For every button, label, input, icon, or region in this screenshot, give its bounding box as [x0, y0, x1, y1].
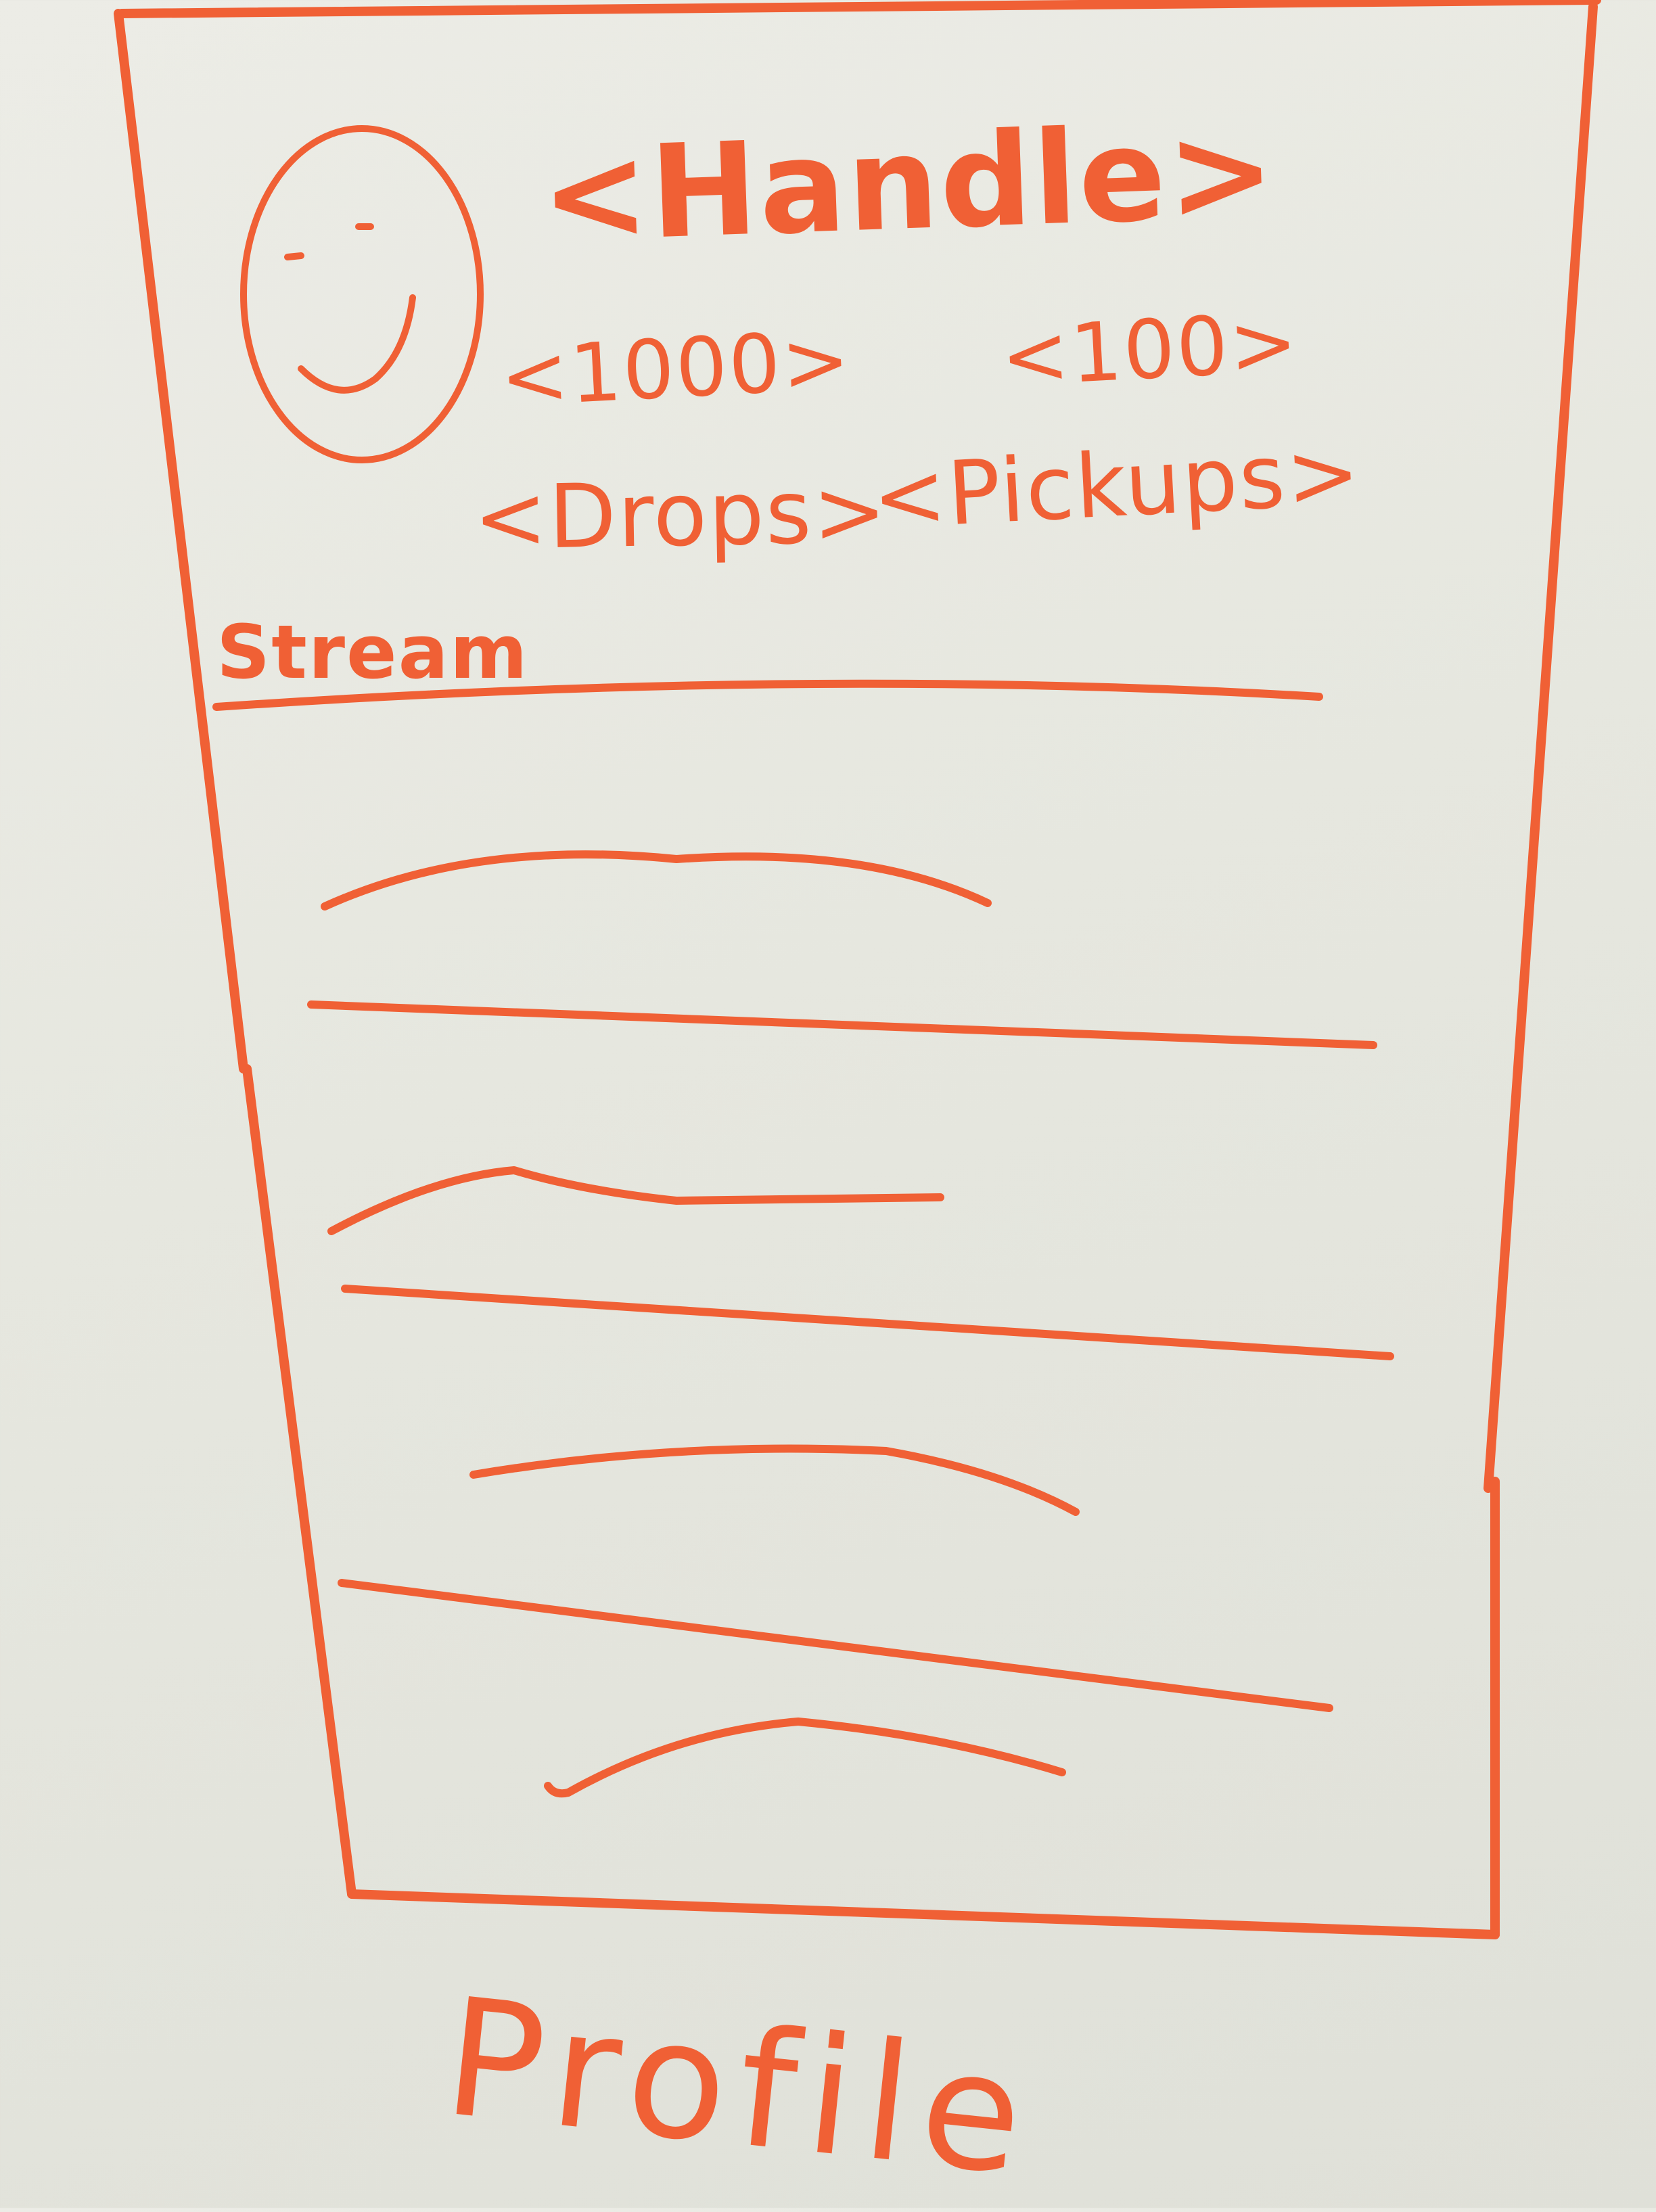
stream-item-divider-2 — [341, 1285, 1394, 1360]
stream-item-text-3 — [469, 1444, 1080, 1516]
smiley-face-icon — [240, 125, 484, 463]
stream-item-text-1 — [321, 850, 992, 911]
stream-item-divider-1 — [307, 1000, 1377, 1049]
profile-stat-b: <100> — [998, 296, 1302, 405]
stream-item-text-2 — [327, 1166, 944, 1235]
stream-list — [307, 850, 1394, 1798]
profile-handle: <Handle> — [538, 96, 1279, 271]
drops-tab[interactable]: <Drops> — [473, 459, 889, 570]
profile-stat-a: <1000> — [498, 313, 854, 425]
stream-heading: Stream — [216, 609, 529, 695]
stream-item-divider-3 — [338, 1579, 1333, 1712]
stream-item-text-4 — [544, 1718, 1066, 1798]
